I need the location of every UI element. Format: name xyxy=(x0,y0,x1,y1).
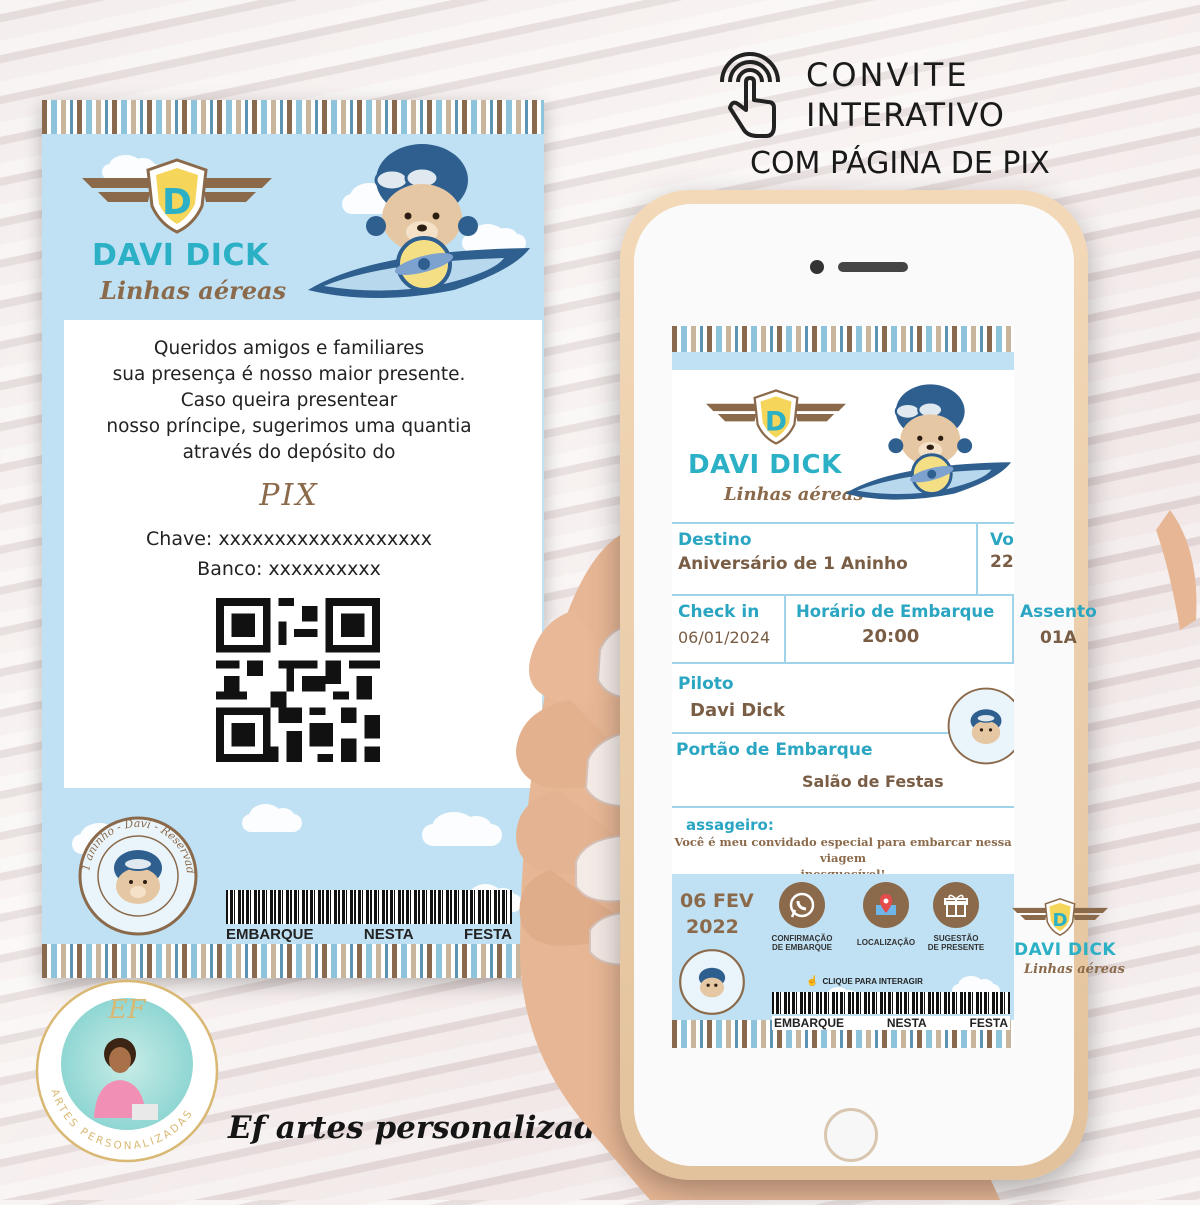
bottom-stripes xyxy=(42,944,544,978)
gift-icon xyxy=(933,882,979,928)
screen-small-stamp xyxy=(678,948,746,1016)
passageiro-text-line: Você é meu convidado especial para embar… xyxy=(674,835,1012,865)
screen-stamp xyxy=(946,686,1014,766)
logo-initials: EF xyxy=(107,995,146,1025)
message-line: Queridos amigos e familiares xyxy=(153,338,425,359)
whatsapp-icon xyxy=(779,882,825,928)
gift-label: SUGESTÃO xyxy=(933,934,979,943)
tap-icon: ☝ xyxy=(806,976,819,987)
header-line2: INTERATIVO xyxy=(806,96,1005,134)
screen-barcode-label: EMBARQUE xyxy=(774,1016,845,1030)
screen-barcode-labels: EMBARQUE NESTA FESTA xyxy=(772,1016,1010,1030)
touch-icon xyxy=(700,52,790,142)
screen-brand-name: DAVI DICK xyxy=(688,450,842,480)
assento-label: Assento xyxy=(1020,602,1097,622)
brand-name: DAVI DICK xyxy=(92,238,269,273)
top-stripes xyxy=(42,100,544,134)
bear-plane-illustration xyxy=(304,140,534,310)
voo-label: Voo xyxy=(990,530,1014,550)
phone-speaker xyxy=(838,262,908,272)
click-hint[interactable]: ☝ CLIQUE PARA INTERAGIR xyxy=(806,976,923,987)
brand-sub: Linhas aéreas xyxy=(100,276,287,305)
pix-key: Chave: xxxxxxxxxxxxxxxxxxx xyxy=(146,528,432,550)
barcode xyxy=(226,890,512,924)
assento-value: 01A xyxy=(1040,628,1077,648)
horario-value: 20:00 xyxy=(862,626,920,647)
gift-button[interactable]: SUGESTÃO DE PRESENTE xyxy=(918,882,994,962)
wings-logo: D xyxy=(82,156,272,236)
header-line1: CONVITE xyxy=(806,56,970,94)
small-brand-letter: D xyxy=(1052,910,1067,931)
gift-label: DE PRESENTE xyxy=(927,943,985,952)
pix-title: PIX xyxy=(259,478,319,513)
screen-barcode-label: NESTA xyxy=(886,1016,927,1030)
screen-bear-plane xyxy=(842,380,1014,510)
pix-card: D DAVI DICK Linhas aéreas Queridos amigo… xyxy=(42,100,544,978)
ef-logo: EF ARTES PERSONALIZADAS xyxy=(34,978,220,1164)
brand-letter: D xyxy=(162,182,192,223)
confirm-button[interactable]: CONFIRMAÇÃO DE EMBARQUE xyxy=(760,882,844,962)
portao-value: Salão de Festas xyxy=(802,772,944,791)
destino-label: Destino xyxy=(678,530,752,550)
horario-label: Horário de Embarque xyxy=(796,602,995,621)
voo-value: 2202 xyxy=(990,552,1014,572)
event-date-line2: 2022 xyxy=(686,916,739,938)
barcode-label: EMBARQUE xyxy=(226,926,314,943)
message-line: nosso príncipe, sugerimos uma quantia xyxy=(106,416,472,437)
message-block: Queridos amigos e familiares sua presenç… xyxy=(64,336,514,466)
event-date-line1: 06 FEV xyxy=(680,890,754,912)
screen-top-stripes xyxy=(672,326,1014,352)
piloto-value: Davi Dick xyxy=(690,700,786,721)
screen-small-brand-name: DAVI DICK xyxy=(1014,940,1117,960)
piloto-label: Piloto xyxy=(678,674,734,694)
destino-value: Aniversário de 1 Aninho xyxy=(678,554,908,574)
portao-label: Portão de Embarque xyxy=(676,740,873,760)
message-line: Caso queira presentear xyxy=(180,390,398,411)
location-label: LOCALIZAÇÃO xyxy=(856,938,916,947)
screen-small-brand-sub: Linhas aéreas xyxy=(1024,962,1125,977)
header-line3: COM PÁGINA DE PIX xyxy=(750,146,1050,181)
barcode-label: NESTA xyxy=(363,926,414,943)
pix-panel: Queridos amigos e familiares sua presenç… xyxy=(64,320,542,788)
bank-line: Banco: xxxxxxxxxx xyxy=(197,558,381,580)
phone-camera xyxy=(810,260,824,274)
screen-top-sky xyxy=(672,352,1014,370)
screen-wings-logo: D xyxy=(706,386,846,448)
message-line: através do depósito do xyxy=(182,442,396,463)
click-hint-label: CLIQUE PARA INTERAGIR xyxy=(822,977,923,986)
barcode-labels: EMBARQUE NESTA FESTA xyxy=(226,926,512,943)
message-line: sua presença é nosso maior presente. xyxy=(112,364,466,385)
confirm-label: CONFIRMAÇÃO xyxy=(771,934,833,943)
confirm-label: DE EMBARQUE xyxy=(771,943,832,952)
location-button[interactable]: LOCALIZAÇÃO xyxy=(844,882,928,962)
screen-brand-small-wings: D xyxy=(1012,896,1108,938)
map-pin-icon xyxy=(863,882,909,928)
screen-brand-letter: D xyxy=(765,406,787,437)
reservado-stamp: 1 aninho - Davi - Reservado xyxy=(73,804,200,938)
passageiro-label: assageiro: xyxy=(686,816,774,834)
home-button[interactable] xyxy=(824,1108,878,1162)
checkin-label: Check in xyxy=(678,602,760,622)
checkin-value: 06/01/2024 xyxy=(678,628,771,647)
phone-screen: D DAVI DICK Linhas aéreas Destino Aniver… xyxy=(672,326,1014,1048)
qr-code[interactable] xyxy=(216,598,380,762)
screen-barcode-label: FESTA xyxy=(969,1016,1008,1030)
screen-barcode xyxy=(772,992,1010,1014)
